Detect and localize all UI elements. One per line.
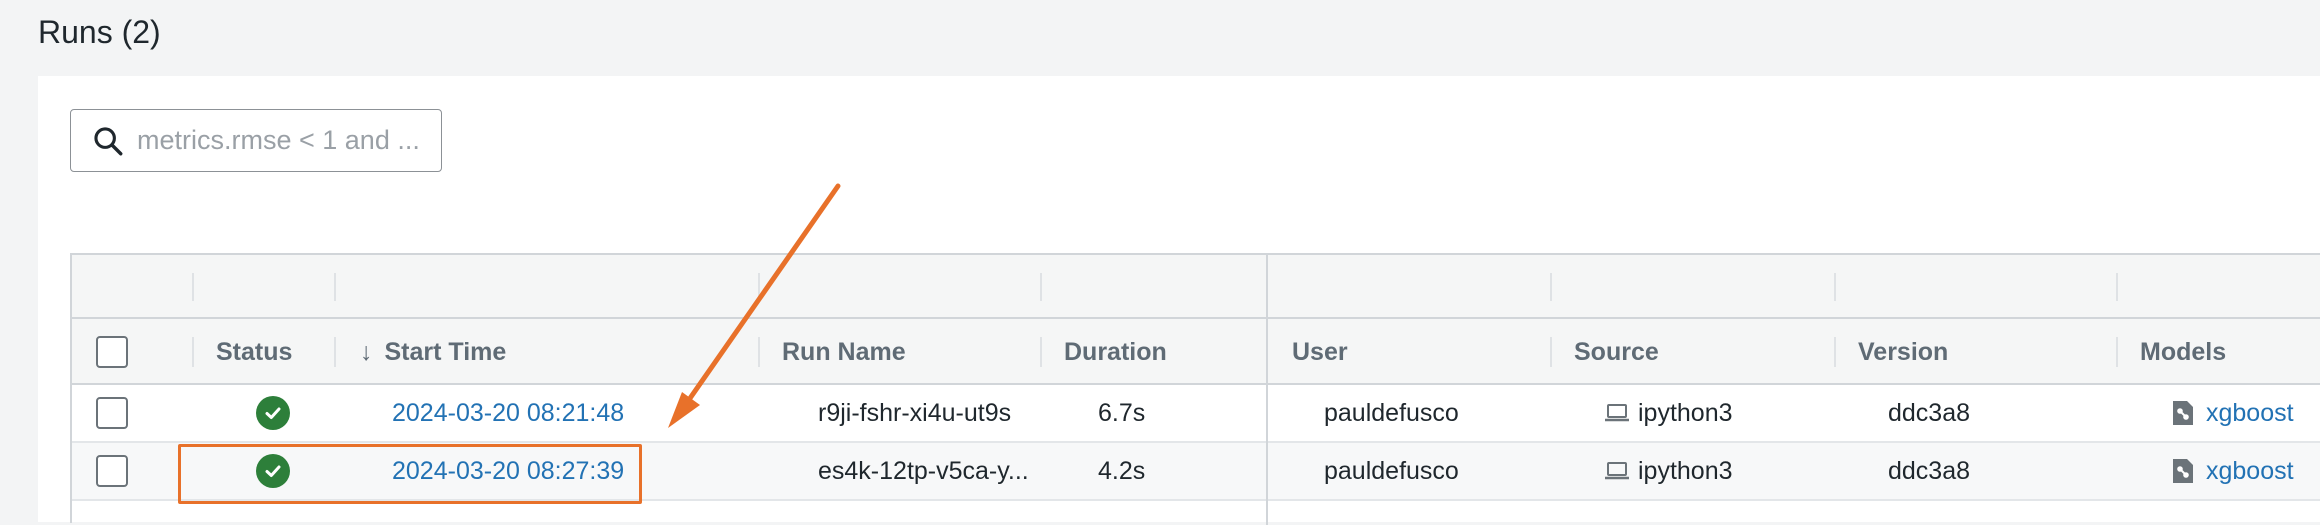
source-label: ipython3 [1638, 398, 1733, 427]
model-icon [2173, 401, 2193, 425]
column-header-start-time-label: Start Time [384, 337, 507, 366]
model-icon [2173, 459, 2193, 483]
duration: 6.7s [1098, 398, 1146, 427]
model-link[interactable]: xgboost [2170, 385, 2294, 441]
version: ddc3a8 [1888, 398, 1971, 427]
column-header-run-name[interactable]: Run Name [782, 319, 906, 385]
laptop-icon [1605, 404, 1629, 422]
search-placeholder: metrics.rmse < 1 and ... [137, 125, 420, 155]
column-header-status[interactable]: Status [216, 319, 292, 385]
laptop-icon [1605, 462, 1629, 480]
version: ddc3a8 [1888, 456, 1971, 485]
model-label: xgboost [2206, 456, 2294, 485]
sort-desc-icon: ↓ [360, 337, 373, 366]
duration: 4.2s [1098, 456, 1146, 485]
runs-title: Runs (2) [38, 14, 161, 50]
source-label: ipython3 [1638, 456, 1733, 485]
highlight-box [178, 444, 642, 504]
column-header-version[interactable]: Version [1858, 319, 1948, 385]
checkbox-box[interactable] [96, 336, 128, 368]
column-header-user[interactable]: User [1292, 319, 1348, 385]
source[interactable]: ipython3 [1604, 385, 1733, 441]
column-header-row: Status ↓ Start Time Run Name Duration Us… [72, 319, 2320, 385]
user: pauldefusco [1324, 398, 1459, 427]
column-group-header [72, 255, 2320, 319]
search-icon [94, 126, 123, 155]
run-name: es4k-12tp-v5ca-y... [818, 456, 1029, 485]
column-header-source[interactable]: Source [1574, 319, 1659, 385]
column-header-start-time[interactable]: ↓ Start Time [360, 319, 506, 385]
run-name: r9ji-fshr-xi4u-ut9s [818, 398, 1012, 427]
model-link[interactable]: xgboost [2170, 443, 2294, 499]
user: pauldefusco [1324, 456, 1459, 485]
column-group-divider [1266, 255, 1268, 525]
table-row[interactable]: 2024-03-20 08:21:48 r9ji-fshr-xi4u-ut9s … [72, 385, 2320, 443]
search-input[interactable]: metrics.rmse < 1 and ... [70, 109, 442, 172]
model-label: xgboost [2206, 398, 2294, 427]
column-header-models[interactable]: Models [2140, 319, 2226, 385]
column-header-duration[interactable]: Duration [1064, 319, 1167, 385]
row-checkbox[interactable] [96, 455, 128, 487]
start-time-link[interactable]: 2024-03-20 08:21:48 [392, 385, 624, 441]
row-checkbox[interactable] [96, 397, 128, 429]
select-all-checkbox[interactable] [96, 319, 128, 385]
source[interactable]: ipython3 [1604, 443, 1733, 499]
check-circle-icon [256, 396, 290, 430]
